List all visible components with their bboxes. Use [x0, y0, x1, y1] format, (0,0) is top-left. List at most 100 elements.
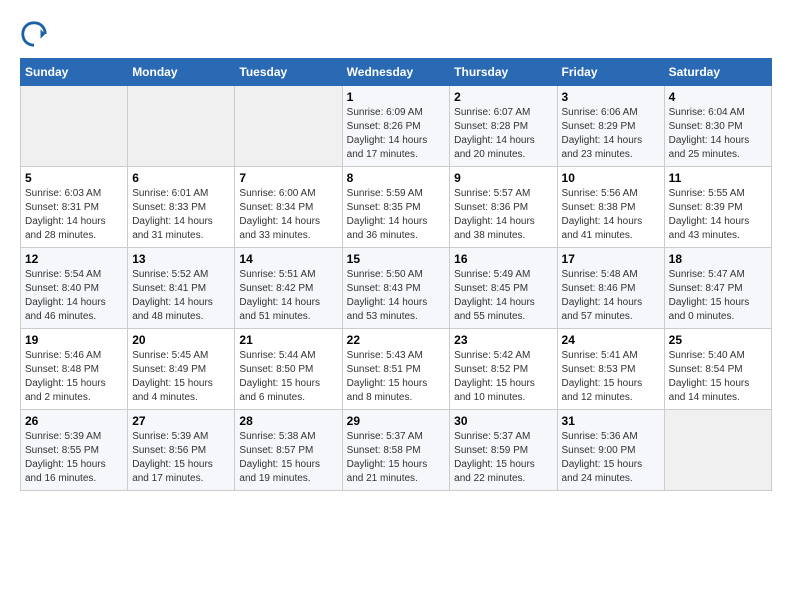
day-number: 11	[669, 171, 767, 185]
day-info: Sunrise: 5:57 AM Sunset: 8:36 PM Dayligh…	[454, 187, 552, 243]
calendar-cell: 25 Sunrise: 5:40 AM Sunset: 8:54 PM Dayli…	[664, 329, 771, 410]
calendar-cell	[128, 86, 235, 167]
weekday-header-friday: Friday	[557, 59, 664, 86]
calendar-cell: 28 Sunrise: 5:38 AM Sunset: 8:57 PM Dayli…	[235, 410, 342, 491]
day-info: Sunrise: 5:59 AM Sunset: 8:35 PM Dayligh…	[347, 187, 446, 243]
calendar-week-row: 26Sunrise: 5:39 AM Sunset: 8:55 PM Dayli…	[21, 410, 772, 491]
weekday-header-monday: Monday	[128, 59, 235, 86]
calendar-week-row: 12 Sunrise: 5:54 AM Sunset: 8:40 PM Dayli…	[21, 248, 772, 329]
day-info: Sunrise: 5:54 AM Sunset: 8:40 PM Dayligh…	[25, 268, 123, 324]
calendar-cell	[21, 86, 128, 167]
day-info: Sunrise: 5:56 AM Sunset: 8:38 PM Dayligh…	[562, 187, 660, 243]
calendar-cell: 3Sunrise: 6:06 AM Sunset: 8:29 PM Daylig…	[557, 86, 664, 167]
day-number: 27	[132, 414, 230, 428]
calendar-cell: 6 Sunrise: 6:01 AM Sunset: 8:33 PM Daylig…	[128, 167, 235, 248]
calendar-week-row: 1 Sunrise: 6:09 AM Sunset: 8:26 PM Daylig…	[21, 86, 772, 167]
day-number: 24	[562, 333, 660, 347]
day-info: Sunrise: 5:36 AM Sunset: 9:00 PM Dayligh…	[562, 430, 660, 486]
day-info: Sunrise: 5:37 AM Sunset: 8:59 PM Dayligh…	[454, 430, 552, 486]
calendar-week-row: 19 Sunrise: 5:46 AM Sunset: 8:48 PM Dayli…	[21, 329, 772, 410]
day-info: Sunrise: 5:48 AM Sunset: 8:46 PM Dayligh…	[562, 268, 660, 324]
day-number: 22	[347, 333, 446, 347]
day-number: 2	[454, 90, 552, 104]
page-header	[20, 20, 772, 48]
day-info: Sunrise: 6:04 AM Sunset: 8:30 PM Dayligh…	[669, 106, 767, 162]
calendar-cell: 8 Sunrise: 5:59 AM Sunset: 8:35 PM Daylig…	[342, 167, 450, 248]
calendar-table: SundayMondayTuesdayWednesdayThursdayFrid…	[20, 58, 772, 491]
day-info: Sunrise: 5:42 AM Sunset: 8:52 PM Dayligh…	[454, 349, 552, 405]
calendar-cell: 5 Sunrise: 6:03 AM Sunset: 8:31 PM Daylig…	[21, 167, 128, 248]
day-info: Sunrise: 5:39 AM Sunset: 8:55 PM Dayligh…	[25, 430, 123, 486]
calendar-cell: 9 Sunrise: 5:57 AM Sunset: 8:36 PM Daylig…	[450, 167, 557, 248]
calendar-cell: 26Sunrise: 5:39 AM Sunset: 8:55 PM Dayli…	[21, 410, 128, 491]
calendar-cell: 15 Sunrise: 5:50 AM Sunset: 8:43 PM Dayli…	[342, 248, 450, 329]
day-number: 23	[454, 333, 552, 347]
weekday-header-row: SundayMondayTuesdayWednesdayThursdayFrid…	[21, 59, 772, 86]
day-info: Sunrise: 5:47 AM Sunset: 8:47 PM Dayligh…	[669, 268, 767, 324]
day-info: Sunrise: 6:09 AM Sunset: 8:26 PM Dayligh…	[347, 106, 446, 162]
calendar-cell: 2 Sunrise: 6:07 AM Sunset: 8:28 PM Daylig…	[450, 86, 557, 167]
calendar-cell	[235, 86, 342, 167]
day-number: 17	[562, 252, 660, 266]
day-info: Sunrise: 5:38 AM Sunset: 8:57 PM Dayligh…	[239, 430, 337, 486]
calendar-cell: 10 Sunrise: 5:56 AM Sunset: 8:38 PM Dayli…	[557, 167, 664, 248]
calendar-cell: 13 Sunrise: 5:52 AM Sunset: 8:41 PM Dayli…	[128, 248, 235, 329]
day-number: 3	[562, 90, 660, 104]
day-number: 10	[562, 171, 660, 185]
day-info: Sunrise: 5:51 AM Sunset: 8:42 PM Dayligh…	[239, 268, 337, 324]
weekday-header-thursday: Thursday	[450, 59, 557, 86]
day-info: Sunrise: 5:52 AM Sunset: 8:41 PM Dayligh…	[132, 268, 230, 324]
weekday-header-wednesday: Wednesday	[342, 59, 450, 86]
day-number: 6	[132, 171, 230, 185]
day-number: 16	[454, 252, 552, 266]
day-info: Sunrise: 5:37 AM Sunset: 8:58 PM Dayligh…	[347, 430, 446, 486]
day-number: 15	[347, 252, 446, 266]
day-number: 8	[347, 171, 446, 185]
day-number: 28	[239, 414, 337, 428]
day-info: Sunrise: 5:40 AM Sunset: 8:54 PM Dayligh…	[669, 349, 767, 405]
calendar-cell: 23 Sunrise: 5:42 AM Sunset: 8:52 PM Dayli…	[450, 329, 557, 410]
day-info: Sunrise: 5:43 AM Sunset: 8:51 PM Dayligh…	[347, 349, 446, 405]
day-info: Sunrise: 5:39 AM Sunset: 8:56 PM Dayligh…	[132, 430, 230, 486]
weekday-header-tuesday: Tuesday	[235, 59, 342, 86]
day-info: Sunrise: 6:00 AM Sunset: 8:34 PM Dayligh…	[239, 187, 337, 243]
day-number: 1	[347, 90, 446, 104]
calendar-cell: 12 Sunrise: 5:54 AM Sunset: 8:40 PM Dayli…	[21, 248, 128, 329]
calendar-cell: 14 Sunrise: 5:51 AM Sunset: 8:42 PM Dayli…	[235, 248, 342, 329]
day-info: Sunrise: 6:07 AM Sunset: 8:28 PM Dayligh…	[454, 106, 552, 162]
calendar-cell: 29 Sunrise: 5:37 AM Sunset: 8:58 PM Dayli…	[342, 410, 450, 491]
day-info: Sunrise: 6:01 AM Sunset: 8:33 PM Dayligh…	[132, 187, 230, 243]
calendar-cell: 27 Sunrise: 5:39 AM Sunset: 8:56 PM Dayli…	[128, 410, 235, 491]
day-info: Sunrise: 6:03 AM Sunset: 8:31 PM Dayligh…	[25, 187, 123, 243]
day-number: 5	[25, 171, 123, 185]
calendar-cell: 24Sunrise: 5:41 AM Sunset: 8:53 PM Dayli…	[557, 329, 664, 410]
calendar-cell: 19 Sunrise: 5:46 AM Sunset: 8:48 PM Dayli…	[21, 329, 128, 410]
calendar-cell: 7 Sunrise: 6:00 AM Sunset: 8:34 PM Daylig…	[235, 167, 342, 248]
calendar-cell: 22 Sunrise: 5:43 AM Sunset: 8:51 PM Dayli…	[342, 329, 450, 410]
day-number: 12	[25, 252, 123, 266]
calendar-cell: 20 Sunrise: 5:45 AM Sunset: 8:49 PM Dayli…	[128, 329, 235, 410]
day-number: 9	[454, 171, 552, 185]
day-number: 29	[347, 414, 446, 428]
calendar-cell: 4Sunrise: 6:04 AM Sunset: 8:30 PM Daylig…	[664, 86, 771, 167]
day-number: 21	[239, 333, 337, 347]
calendar-cell: 21Sunrise: 5:44 AM Sunset: 8:50 PM Dayli…	[235, 329, 342, 410]
day-number: 19	[25, 333, 123, 347]
day-info: Sunrise: 5:49 AM Sunset: 8:45 PM Dayligh…	[454, 268, 552, 324]
calendar-week-row: 5 Sunrise: 6:03 AM Sunset: 8:31 PM Daylig…	[21, 167, 772, 248]
day-info: Sunrise: 5:45 AM Sunset: 8:49 PM Dayligh…	[132, 349, 230, 405]
day-number: 7	[239, 171, 337, 185]
day-info: Sunrise: 5:46 AM Sunset: 8:48 PM Dayligh…	[25, 349, 123, 405]
calendar-cell: 17 Sunrise: 5:48 AM Sunset: 8:46 PM Dayli…	[557, 248, 664, 329]
logo	[20, 20, 52, 48]
day-number: 20	[132, 333, 230, 347]
calendar-cell: 1 Sunrise: 6:09 AM Sunset: 8:26 PM Daylig…	[342, 86, 450, 167]
calendar-cell: 16 Sunrise: 5:49 AM Sunset: 8:45 PM Dayli…	[450, 248, 557, 329]
day-number: 31	[562, 414, 660, 428]
day-info: Sunrise: 5:50 AM Sunset: 8:43 PM Dayligh…	[347, 268, 446, 324]
day-number: 14	[239, 252, 337, 266]
calendar-cell	[664, 410, 771, 491]
day-number: 13	[132, 252, 230, 266]
calendar-cell: 11Sunrise: 5:55 AM Sunset: 8:39 PM Dayli…	[664, 167, 771, 248]
day-number: 25	[669, 333, 767, 347]
